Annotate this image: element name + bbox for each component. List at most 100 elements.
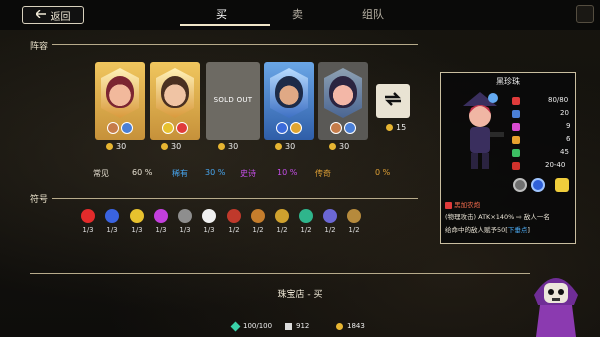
- refresh-price: 15: [386, 123, 406, 132]
- back-label: 返回: [50, 11, 71, 23]
- symbol-paw-icon[interactable]: [275, 209, 289, 223]
- skill-name: 黑加农炮: [445, 199, 480, 209]
- hero-card-3-sold-out: SOLD OUT: [206, 62, 260, 140]
- hero-price-3: 30: [218, 142, 238, 151]
- refresh-button[interactable]: [376, 84, 410, 118]
- defense-icon: [512, 110, 520, 118]
- symbol-count: 1/3: [179, 226, 191, 234]
- stat-attack: 20-40: [545, 161, 566, 169]
- attack-icon: [512, 162, 520, 170]
- sold-out-label: SOLD OUT: [213, 96, 253, 104]
- stat-speed: 6: [566, 135, 571, 143]
- class-icon: [276, 122, 288, 134]
- symbol-gem-icon[interactable]: [347, 209, 361, 223]
- back-button[interactable]: 返回: [22, 6, 84, 24]
- bottom-divider: [30, 273, 530, 274]
- coin-icon: [106, 143, 113, 150]
- symbols-divider: [52, 198, 418, 199]
- hero-price-5: 30: [329, 142, 349, 151]
- symbol-flower-icon[interactable]: [227, 209, 241, 223]
- coin-icon: [275, 143, 282, 150]
- symbols-title: 符号: [30, 195, 49, 205]
- symbol-count: 1/3: [203, 226, 215, 234]
- hero-card-1[interactable]: [95, 62, 145, 140]
- element-icon: [531, 178, 545, 192]
- element-icon: [121, 122, 133, 134]
- tab-buy[interactable]: 买: [216, 6, 227, 22]
- stat-magic: 9: [566, 122, 571, 130]
- symbol-red-icon[interactable]: [81, 209, 95, 223]
- symbol-count: 1/2: [324, 226, 336, 234]
- gems-counter: 100/100: [230, 321, 272, 331]
- active-tab-indicator: [180, 24, 270, 26]
- tab-team[interactable]: 组队: [362, 6, 384, 22]
- hp-icon: [512, 97, 520, 105]
- symbol-count: 1/2: [300, 226, 312, 234]
- class-icon: [107, 122, 119, 134]
- symbol-count: 1/2: [252, 226, 264, 234]
- hero-price-1: 30: [106, 142, 126, 151]
- skill-keyword-link[interactable]: 下垂点: [508, 226, 528, 234]
- hero-price-2: 30: [161, 142, 181, 151]
- symbol-count: 1/2: [348, 226, 360, 234]
- hero-card-2[interactable]: [150, 62, 200, 140]
- symbol-white-icon[interactable]: [202, 209, 216, 223]
- hero-portrait: [106, 76, 134, 108]
- symbol-crown-icon[interactable]: [299, 209, 313, 223]
- symbol-count: 1/3: [155, 226, 167, 234]
- rarity-epic-label: 史诗: [240, 169, 256, 178]
- hero-portrait: [275, 76, 303, 108]
- symbol-count: 1/3: [106, 226, 118, 234]
- skill-desc-1: (物理攻击) ATK×140% ⇨ 敌人一名: [445, 213, 550, 221]
- rarity-common-value: 60 %: [132, 168, 153, 177]
- hero-portrait: [161, 76, 189, 108]
- rarity-epic-value: 10 %: [277, 168, 298, 177]
- stat-hp: 80/80: [548, 96, 569, 104]
- shop-title: 珠宝店 - 买: [277, 290, 323, 300]
- hero-full-portrait: [463, 92, 504, 169]
- element-icon: [290, 122, 302, 134]
- stat-def: 20: [560, 109, 569, 117]
- coin-icon: [329, 143, 336, 150]
- class-icon: [330, 122, 342, 134]
- resource-counter: 912: [285, 322, 309, 330]
- rarity-common-label: 常见: [93, 169, 109, 178]
- rarity-legendary-value: 0 %: [375, 168, 391, 177]
- hero-portrait: [329, 76, 357, 108]
- tab-sell[interactable]: 卖: [292, 6, 303, 22]
- symbol-bird-icon[interactable]: [323, 209, 337, 223]
- rarity-legendary-label: 传奇: [315, 169, 331, 178]
- symbol-blue-icon[interactable]: [105, 209, 119, 223]
- symbol-count: 1/2: [276, 226, 288, 234]
- crit-icon: [512, 149, 520, 157]
- top-bar: 返回 买 卖 组队: [0, 0, 600, 30]
- class-icon: [513, 178, 527, 192]
- symbol-purple-icon[interactable]: [154, 209, 168, 223]
- stat-crit: 45: [560, 148, 569, 156]
- coin-icon: [336, 322, 343, 330]
- hero-card-5-selected[interactable]: [318, 62, 368, 140]
- resource-icon: [285, 322, 292, 330]
- magic-icon: [512, 123, 520, 131]
- menu-button[interactable]: [576, 5, 594, 23]
- lineup-title: 阵容: [30, 42, 49, 52]
- class-icon: [162, 122, 174, 134]
- shopkeeper-skeleton: [534, 278, 578, 337]
- coin-icon: [386, 124, 393, 131]
- hero-price-4: 30: [275, 142, 295, 151]
- symbol-count: 1/2: [228, 226, 240, 234]
- refresh-icon: [383, 91, 403, 111]
- gold-counter: 1843: [336, 322, 365, 330]
- speed-icon: [512, 136, 520, 144]
- symbol-skull-icon[interactable]: [251, 209, 265, 223]
- lock-icon[interactable]: [555, 178, 569, 192]
- lineup-divider: [52, 44, 418, 45]
- back-arrow-icon: [34, 9, 46, 21]
- symbol-yellow-icon[interactable]: [130, 209, 144, 223]
- coin-icon: [161, 143, 168, 150]
- coin-icon: [218, 143, 225, 150]
- hero-card-4[interactable]: [264, 62, 314, 140]
- hero-name: 黑珍珠: [496, 77, 520, 86]
- symbol-grey-icon[interactable]: [178, 209, 192, 223]
- element-icon: [176, 122, 188, 134]
